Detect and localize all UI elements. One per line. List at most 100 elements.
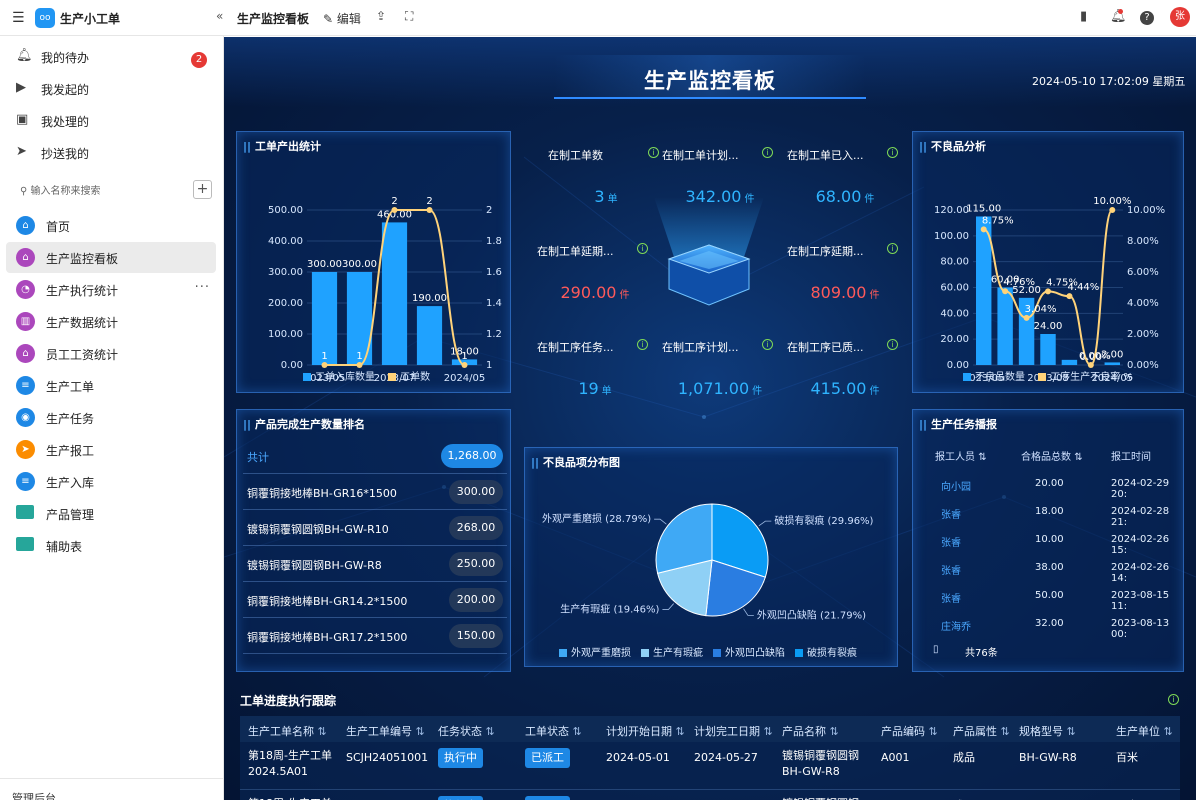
y-tick-label: 100.00 xyxy=(268,329,303,340)
sidebar-item-home[interactable]: ⌂ 首页 xyxy=(6,210,216,241)
column-header[interactable]: 计划开始日期 ⇅ xyxy=(606,723,685,739)
column-header[interactable]: 计划完工日期 ⇅ xyxy=(694,723,773,739)
sidebar-item-products[interactable]: 产品管理 xyxy=(6,498,216,529)
reporter-name[interactable]: 张睿 xyxy=(941,506,961,521)
info-icon[interactable]: i xyxy=(648,147,659,158)
sidebar-item-todo[interactable]: 🔔︎ 我的待办 2 xyxy=(0,40,224,72)
reporter-name[interactable]: 向小园 xyxy=(941,478,971,493)
sort-icon[interactable]: ⇅ xyxy=(830,725,839,738)
collapse-sidebar-icon[interactable]: « xyxy=(216,9,223,23)
reporter-name[interactable]: 庄海乔 xyxy=(941,618,971,633)
pencil-icon: ✎ xyxy=(323,12,337,26)
kpi-card[interactable]: 在制工单数 i 3单 xyxy=(548,147,668,206)
column-header[interactable]: 产品名称 ⇅ xyxy=(782,723,839,739)
sidebar-item-aux-tables[interactable]: 辅助表 xyxy=(6,530,216,561)
column-header[interactable]: 报工人员 ⇅ xyxy=(935,448,987,463)
legend-item[interactable]: 外观凹凸缺陷 xyxy=(713,648,785,659)
legend-label: 工单数 xyxy=(400,372,431,383)
sidebar-item-wage-stats[interactable]: ⌂ 员工工资统计 xyxy=(6,338,216,369)
product-name: 铜覆铜接地棒BH-GR17.2*1500 xyxy=(247,631,408,644)
line-value-label: 4.76% xyxy=(1003,277,1035,288)
chart-legend: 工单入库数量 工单数 xyxy=(303,368,430,383)
sort-icon[interactable]: ⇅ xyxy=(416,725,425,738)
kpi-card[interactable]: 在制工序已质... i 415.00 件 xyxy=(787,339,907,398)
more-icon[interactable]: ··· xyxy=(195,280,210,295)
info-icon[interactable]: i xyxy=(887,339,898,350)
column-header[interactable]: 报工时间 xyxy=(1111,448,1151,463)
info-icon[interactable]: i xyxy=(637,243,648,254)
sidebar-item-initiated[interactable]: ▶ 我发起的 xyxy=(0,72,224,104)
kpi-card[interactable]: 在制工序计划... i 1,071.00 件 xyxy=(662,339,782,398)
fullscreen-icon[interactable]: ⛶ xyxy=(405,9,413,24)
sort-icon[interactable]: ⇅ xyxy=(573,725,582,738)
kpi-card[interactable]: 在制工单计划... i 342.00 件 xyxy=(662,147,782,206)
sidebar-item-handled[interactable]: ▣ 我处理的 xyxy=(0,104,224,136)
legend-item[interactable]: 破损有裂痕 xyxy=(795,648,857,659)
column-header[interactable]: 生产工单编号 ⇅ xyxy=(346,723,425,739)
qualified-count: 10.00 xyxy=(1035,534,1064,545)
legend-item[interactable]: 生产有瑕疵 xyxy=(641,648,703,659)
pagination-icon[interactable]: ▯ xyxy=(933,644,939,655)
qualified-count: 50.00 xyxy=(1035,590,1064,601)
sort-icon[interactable]: ⇅ xyxy=(1074,452,1082,463)
sort-icon[interactable]: ⇅ xyxy=(764,725,773,738)
page-title: 生产监控看板 xyxy=(237,12,310,26)
search-input[interactable]: ⚲ 输入名称来搜索 xyxy=(20,182,101,197)
line-point xyxy=(461,362,468,368)
reporter-name[interactable]: 张睿 xyxy=(941,534,961,549)
sort-icon[interactable]: ⇅ xyxy=(1001,725,1010,738)
table-row[interactable]: 第18周-生产工单2024.5A01 SCJH24051001 执行中 已派工 2024… xyxy=(240,742,1180,790)
info-icon[interactable]: i xyxy=(762,339,773,350)
edit-button[interactable]: ✎ 编辑 xyxy=(323,10,361,27)
info-icon[interactable]: i xyxy=(887,147,898,158)
sort-icon[interactable]: ⇅ xyxy=(1067,725,1076,738)
info-icon[interactable]: i xyxy=(762,147,773,158)
kpi-card[interactable]: 在制工单已入... i 68.00 件 xyxy=(787,147,907,206)
admin-backend-label: 管理后台 xyxy=(12,792,56,800)
column-header-label: 报工时间 xyxy=(1111,452,1151,463)
sidebar-item-report[interactable]: ➤ 生产报工 xyxy=(6,434,216,465)
reporter-name[interactable]: 张睿 xyxy=(941,562,961,577)
sidebar-item-cc[interactable]: ➤ 抄送我的 xyxy=(0,136,224,168)
add-button[interactable]: + xyxy=(193,180,212,199)
info-icon[interactable]: i xyxy=(887,243,898,254)
sort-icon[interactable]: ⇅ xyxy=(929,725,938,738)
info-icon[interactable]: i xyxy=(637,339,648,350)
sort-icon[interactable]: ⇅ xyxy=(486,725,495,738)
layout-icon[interactable]: ▮ xyxy=(1080,9,1087,24)
sidebar-item-label: 生产监控看板 xyxy=(46,252,119,266)
column-header[interactable]: 合格品总数 ⇅ xyxy=(1021,448,1083,463)
reporter-name[interactable]: 张睿 xyxy=(941,590,961,605)
sort-icon[interactable]: ⇅ xyxy=(1164,725,1173,738)
sort-icon[interactable]: ⇅ xyxy=(978,452,986,463)
column-header[interactable]: 工单状态 ⇅ xyxy=(525,723,582,739)
sort-icon[interactable]: ⇅ xyxy=(318,725,327,738)
info-icon[interactable]: i xyxy=(1168,694,1179,705)
kpi-label: 在制工单已入... xyxy=(787,149,864,162)
admin-backend-link[interactable]: 管理后台 xyxy=(0,778,224,800)
kpi-card[interactable]: 在制工序延期... i 809.00 件 xyxy=(787,243,907,302)
kpi-card[interactable]: 在制工单延期... i 290.00 件 xyxy=(537,243,657,302)
sidebar-item-data-stats[interactable]: ▥ 生产数据统计 xyxy=(6,306,216,337)
avatar[interactable]: 张 xyxy=(1170,7,1190,27)
share-icon[interactable]: ⇪ xyxy=(376,9,386,23)
sidebar-item-task[interactable]: ◉ 生产任务 xyxy=(6,402,216,433)
legend-item[interactable]: 外观严重磨损 xyxy=(559,648,631,659)
dashboard: 生产监控看板 2024-05-10 17:02:09 星期五 || 工单产出统计 … xyxy=(224,37,1196,800)
sidebar-item-exec-stats[interactable]: ◔ 生产执行统计 ··· xyxy=(6,274,216,305)
sidebar-item-monitor-board[interactable]: ⌂ 生产监控看板 xyxy=(6,242,216,273)
column-header[interactable]: 生产工单名称 ⇅ xyxy=(248,723,327,739)
sidebar-item-work-order[interactable]: ≡ 生产工单 xyxy=(6,370,216,401)
help-icon[interactable]: ? xyxy=(1140,11,1154,25)
column-header[interactable]: 产品编码 ⇅ xyxy=(881,723,938,739)
kpi-card[interactable]: 在制工序任务... i 19 单 xyxy=(537,339,657,398)
column-header[interactable]: 产品属性 ⇅ xyxy=(953,723,1010,739)
column-header[interactable]: 生产单位 ⇅ xyxy=(1116,723,1173,739)
menu-icon[interactable]: ☰ xyxy=(12,10,25,26)
column-header[interactable]: 任务状态 ⇅ xyxy=(438,723,495,739)
column-header[interactable]: 规格型号 ⇅ xyxy=(1019,723,1076,739)
sidebar-item-warehousing[interactable]: ≡ 生产入库 xyxy=(6,466,216,497)
app-name: 生产小工单 xyxy=(60,12,121,26)
table-row[interactable]: 第18周-生产工单SCJH24051001执行中已派工2024-05-11202… xyxy=(240,790,1180,800)
sort-icon[interactable]: ⇅ xyxy=(676,725,685,738)
